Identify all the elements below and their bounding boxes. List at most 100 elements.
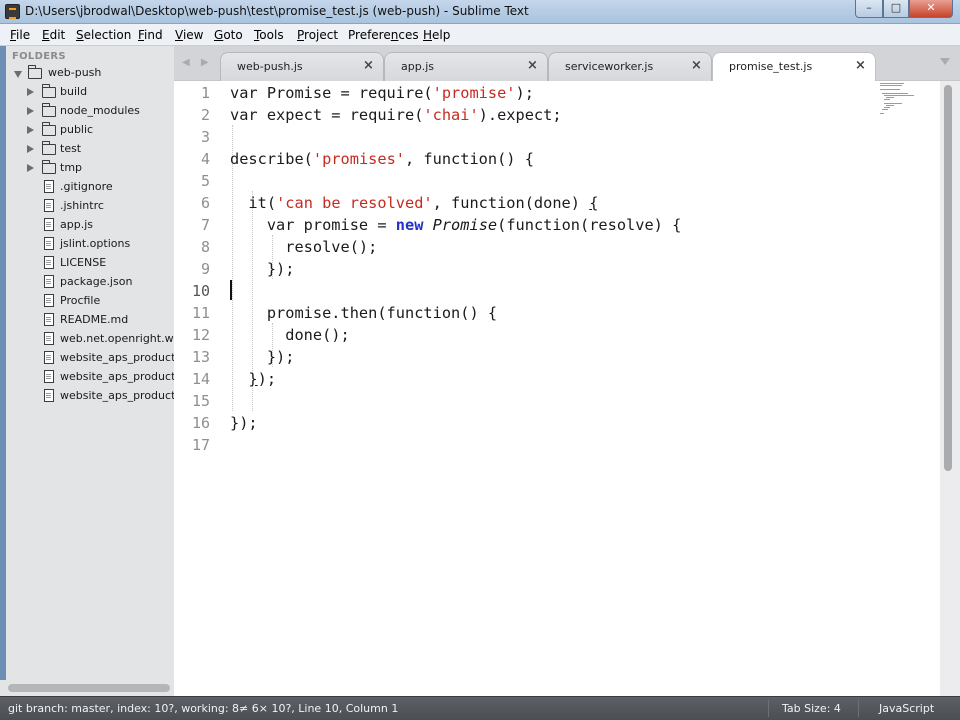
tree-file-label: jslint.options (60, 237, 131, 250)
collapse-arrow-icon[interactable] (27, 126, 34, 134)
tree-folder-test[interactable]: test (6, 140, 174, 159)
code-line[interactable]: var Promise = require('promise'); (230, 82, 534, 104)
tree-file-item[interactable]: .gitignore (6, 178, 174, 197)
tree-file-label: app.js (60, 218, 93, 231)
expand-arrow-icon[interactable] (14, 71, 22, 78)
file-icon (44, 218, 54, 231)
tree-folder-tmp[interactable]: tmp (6, 159, 174, 178)
menu-find[interactable]: Find (138, 28, 163, 42)
sidebar-horizontal-scrollbar[interactable] (0, 680, 174, 696)
tree-file-item[interactable]: jslint.options (6, 235, 174, 254)
menu-preferences[interactable]: Preferences (348, 28, 419, 42)
code-token: var expect = require( (230, 106, 424, 124)
code-token: Promise (432, 216, 498, 234)
code-line[interactable]: it('can be resolved', function(done) { (230, 192, 598, 214)
minimap[interactable] (876, 81, 940, 121)
tree-file-item[interactable]: website_aps_productio (6, 387, 174, 406)
tree-file-item[interactable]: README.md (6, 311, 174, 330)
tree-file-label: .jshintrc (60, 199, 104, 212)
tab-label: serviceworker.js (565, 60, 654, 73)
line-number: 13 (191, 348, 210, 366)
tree-file-item[interactable]: LICENSE (6, 254, 174, 273)
maximize-button[interactable]: □ (883, 0, 909, 18)
tab-close-icon[interactable]: × (527, 58, 538, 73)
editor-scroll-thumb[interactable] (944, 85, 952, 471)
code-line[interactable]: }); (230, 368, 276, 390)
tree-root-label: web-push (48, 66, 102, 79)
menu-selection[interactable]: Selection (76, 28, 131, 42)
menu-help[interactable]: Help (423, 28, 450, 42)
tab-close-icon[interactable]: × (363, 58, 374, 73)
menu-tools[interactable]: Tools (254, 28, 284, 42)
tree-file-item[interactable]: .jshintrc (6, 197, 174, 216)
menu-view[interactable]: View (175, 28, 203, 42)
tree-file-item[interactable]: package.json (6, 273, 174, 292)
code-line[interactable]: done(); (230, 324, 349, 346)
menu-file[interactable]: File (10, 28, 30, 42)
tree-file-label: LICENSE (60, 256, 107, 269)
code-token: 'chai' (423, 106, 479, 124)
line-number: 15 (191, 392, 210, 410)
code-token: ); (257, 370, 277, 388)
tab-close-icon[interactable]: × (855, 58, 866, 73)
code-editor[interactable]: 1 2 3 4 5 6 7 8 9 10 11 12 13 14 15 16 17 var Promise = … (174, 81, 940, 696)
tree-file-label: Procfile (60, 294, 101, 307)
menu-goto[interactable]: Goto (214, 28, 243, 42)
file-icon (44, 332, 54, 345)
line-number: 5 (200, 172, 210, 190)
tab-promise-test-js[interactable]: promise_test.js × (712, 52, 876, 82)
code-line[interactable]: resolve(); (230, 236, 377, 258)
status-syntax[interactable]: JavaScript (879, 702, 934, 715)
tree-file-item[interactable]: website_aps_productio (6, 368, 174, 387)
code-line[interactable]: var expect = require('chai').expect; (230, 104, 562, 126)
code-line[interactable]: describe('promises', function() { (230, 148, 534, 170)
sidebar-scroll-thumb[interactable] (8, 684, 170, 692)
file-icon (44, 351, 54, 364)
code-line[interactable]: }); (230, 258, 295, 280)
menu-project[interactable]: Project (297, 28, 338, 42)
menu-edit[interactable]: Edit (42, 28, 65, 42)
status-separator (858, 700, 859, 717)
minimize-button[interactable]: – (855, 0, 883, 18)
line-number: 1 (200, 84, 210, 102)
tab-close-icon[interactable]: × (691, 58, 702, 73)
tab-nav-arrows-icon[interactable]: ◀ ▶ (182, 57, 213, 68)
code-token: (function(resolve) { (497, 216, 682, 234)
code-token: }); (230, 414, 258, 432)
collapse-arrow-icon[interactable] (27, 145, 34, 153)
tree-folder-build[interactable]: build (6, 83, 174, 102)
tab-menu-icon[interactable] (940, 58, 950, 65)
collapse-arrow-icon[interactable] (27, 107, 34, 115)
close-button[interactable]: ✕ (909, 0, 953, 18)
tab-serviceworker-js[interactable]: serviceworker.js × (548, 52, 712, 81)
tree-folder-label: build (60, 85, 88, 98)
code-line[interactable]: }); (230, 412, 258, 434)
editor-vertical-scrollbar[interactable] (940, 81, 960, 696)
tab-app-js[interactable]: app.js × (384, 52, 548, 81)
folder-icon (42, 122, 56, 136)
tree-folder-node-modules[interactable]: node_modules (6, 102, 174, 121)
tree-file-item[interactable]: web.net.openright.we (6, 330, 174, 349)
tree-file-item[interactable]: app.js (6, 216, 174, 235)
line-number: 8 (200, 238, 210, 256)
line-number: 14 (191, 370, 210, 388)
status-tab-size[interactable]: Tab Size: 4 (782, 702, 841, 715)
collapse-arrow-icon[interactable] (27, 164, 34, 172)
tree-file-label: website_aps_productio (60, 351, 174, 364)
collapse-arrow-icon[interactable] (27, 88, 34, 96)
status-git-position: git branch: master, index: 10?, working:… (8, 702, 399, 715)
tree-file-item[interactable]: website_aps_productio (6, 349, 174, 368)
tree-folder-public[interactable]: public (6, 121, 174, 140)
tree-file-item[interactable]: Procfile (6, 292, 174, 311)
code-token: describe( (230, 150, 313, 168)
tree-file-label: package.json (60, 275, 133, 288)
code-line[interactable]: }); (230, 346, 295, 368)
sidebar: FOLDERS web-push build node_modules public… (6, 46, 174, 696)
code-token: it( (230, 194, 277, 212)
code-line[interactable]: var promise = new Promise(function(resol… (230, 214, 681, 236)
tab-web-push-js[interactable]: web-push.js × (220, 52, 384, 81)
code-token: }); (230, 348, 295, 366)
folder-icon (42, 84, 56, 98)
code-line[interactable]: promise.then(function() { (230, 302, 497, 324)
tree-root-folder[interactable]: web-push (6, 64, 174, 83)
